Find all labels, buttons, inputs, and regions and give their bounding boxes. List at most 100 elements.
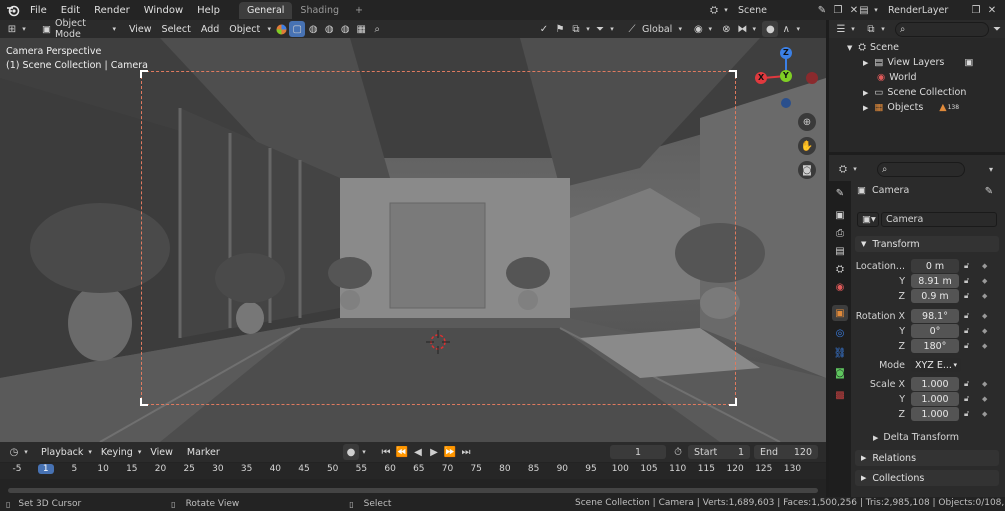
menu-window[interactable]: Window xyxy=(137,5,190,16)
display-mode-icon[interactable]: ⧉ xyxy=(863,21,879,37)
scene-icon[interactable]: ⛭ xyxy=(706,2,722,18)
lock-icon[interactable]: 🔓︎ xyxy=(964,311,969,321)
chevron-down-icon[interactable]: ▾ xyxy=(794,21,802,37)
object-tab-icon[interactable]: ▣ xyxy=(832,305,848,321)
copy-scene-icon[interactable]: ❐ xyxy=(830,2,846,18)
menu-view[interactable]: View xyxy=(124,24,157,35)
collections-panel-header[interactable]: ▶ Collections xyxy=(855,470,999,486)
color-picker-icon[interactable] xyxy=(273,21,289,37)
globe-icon[interactable]: ◍ xyxy=(305,21,321,37)
play-reverse-icon[interactable]: ◀ xyxy=(410,444,426,460)
location-y-field[interactable]: 8.91 m xyxy=(911,274,959,288)
relations-panel-header[interactable]: ▶ Relations xyxy=(855,450,999,466)
menu-view-timeline[interactable]: View xyxy=(145,447,178,458)
menu-edit[interactable]: Edit xyxy=(54,5,87,16)
outliner-item-view-layers[interactable]: ▶ ▤ View Layers ▣ xyxy=(863,57,973,68)
grid-icon[interactable]: ▦ xyxy=(353,21,369,37)
keyframe-dot-icon[interactable]: ◆ xyxy=(982,380,987,388)
scale-y-field[interactable]: 1.000 xyxy=(911,392,959,406)
delete-layer-icon[interactable]: ✕ xyxy=(984,2,1000,18)
expand-arrow-icon[interactable]: ▶ xyxy=(863,104,868,112)
chevron-down-icon[interactable]: ▾ xyxy=(584,21,592,37)
location-z-field[interactable]: 0.9 m xyxy=(911,289,959,303)
editor-type-icon[interactable]: ⊞ xyxy=(4,21,20,37)
rotation-z-field[interactable]: 180° xyxy=(911,339,959,353)
location-x-field[interactable]: 0 m xyxy=(911,259,959,273)
clock-icon[interactable]: ◷ xyxy=(6,444,22,460)
camera-view-icon[interactable]: ◙ xyxy=(798,161,816,179)
visibility-icon[interactable]: ⧉ xyxy=(568,21,584,37)
chevron-down-icon[interactable]: ▾ xyxy=(20,21,28,37)
mode-dropdown[interactable]: ▣ Object Mode ▾ xyxy=(38,18,120,40)
lock-icon[interactable]: 🔓︎ xyxy=(964,379,969,389)
outliner-item-objects[interactable]: ▶ ▦ Objects ▲ 138 xyxy=(863,102,959,113)
3d-cursor-icon[interactable] xyxy=(426,330,450,354)
timeline-ruler[interactable]: -5 1 5 10 15 20 25 30 35 40 45 50 55 60 65 70 75 80 85 90 95… xyxy=(0,463,826,479)
copy-layer-icon[interactable]: ❐ xyxy=(968,2,984,18)
texture-tab-icon[interactable]: ▩ xyxy=(832,387,848,403)
scene-name-field[interactable]: Scene xyxy=(734,2,814,18)
camera-data-tab-icon[interactable]: ◙ xyxy=(832,365,848,381)
outliner-item-scene-collection[interactable]: ▶ ▭ Scene Collection xyxy=(863,87,966,98)
tab-general[interactable]: General xyxy=(238,1,293,19)
menu-file[interactable]: File xyxy=(23,5,54,16)
proportional-edit-icon[interactable]: ● xyxy=(762,21,779,37)
filter-icon[interactable]: ⏷ xyxy=(989,21,1005,37)
timeline-scrollbar[interactable] xyxy=(8,488,818,493)
pin-icon[interactable]: ✎ xyxy=(981,183,997,199)
checkmark-icon[interactable]: ✓ xyxy=(536,21,552,37)
render-tab-icon[interactable]: ▣ xyxy=(832,207,848,223)
chevron-down-icon[interactable]: ▾ xyxy=(608,21,616,37)
render-layer-field[interactable]: RenderLayer xyxy=(884,2,968,18)
next-keyframe-icon[interactable]: ⏩ xyxy=(442,444,458,460)
lock-icon[interactable]: 🔓︎ xyxy=(964,394,969,404)
properties-search-input[interactable]: ⌕ xyxy=(877,161,965,177)
pivot-icon[interactable]: ◉ xyxy=(690,21,706,37)
keyframe-dot-icon[interactable]: ◆ xyxy=(982,292,987,300)
chevron-down-icon[interactable]: ▾ xyxy=(265,21,273,37)
lock-icon[interactable]: 🔓︎ xyxy=(964,409,969,419)
snap-magnet-icon[interactable]: ⧓ xyxy=(734,21,750,37)
bookmark-icon[interactable]: ⚑ xyxy=(552,21,568,37)
falloff-icon[interactable]: ∧ xyxy=(778,21,794,37)
globe-icon[interactable]: ◍ xyxy=(321,21,337,37)
jump-end-icon[interactable]: ⏭ xyxy=(458,444,474,460)
play-icon[interactable]: ▶ xyxy=(426,444,442,460)
physics-tab-icon[interactable]: ◎ xyxy=(832,325,848,341)
orientation-label[interactable]: Global xyxy=(642,24,672,35)
keyframe-dot-icon[interactable]: ◆ xyxy=(982,277,987,285)
object-type-dropdown[interactable]: ▣▾ xyxy=(857,212,879,227)
keyframe-dot-icon[interactable]: ◆ xyxy=(982,342,987,350)
menu-keying[interactable]: Keying xyxy=(96,447,138,458)
orientation-icon[interactable]: ⟋ xyxy=(624,21,640,37)
object-name-field[interactable]: Camera xyxy=(881,212,997,227)
view-layer-tab-icon[interactable]: ▤ xyxy=(832,243,848,259)
record-icon[interactable]: ● xyxy=(343,444,359,460)
jump-start-icon[interactable]: ⏮ xyxy=(378,444,394,460)
lock-icon[interactable]: 🔓︎ xyxy=(964,326,969,336)
menu-add[interactable]: Add xyxy=(196,24,224,35)
pin-icon[interactable]: ✎ xyxy=(814,2,830,18)
chevron-down-icon[interactable]: ▾ xyxy=(879,21,887,37)
constraints-tab-icon[interactable]: ⛓ xyxy=(832,345,848,361)
keyframe-dot-icon[interactable]: ◆ xyxy=(982,410,987,418)
search-icon[interactable]: ⌕ xyxy=(369,21,385,37)
rotation-x-field[interactable]: 98.1° xyxy=(911,309,959,323)
tool-tab-icon[interactable]: ✎ xyxy=(832,185,848,201)
menu-render[interactable]: Render xyxy=(87,5,137,16)
expand-arrow-icon[interactable]: ▶ xyxy=(863,59,868,67)
hand-pan-icon[interactable]: ✋ xyxy=(798,137,816,155)
chevron-down-icon[interactable]: ▾ xyxy=(872,2,880,18)
lock-icon[interactable]: 🔓︎ xyxy=(964,261,969,271)
outliner-item-scene[interactable]: ▼ ⛭ Scene xyxy=(847,42,899,53)
rotation-mode-dropdown[interactable]: XYZ E... ▾ xyxy=(911,358,961,372)
menu-select[interactable]: Select xyxy=(157,24,196,35)
chevron-down-icon[interactable]: ▾ xyxy=(750,21,758,37)
stopwatch-icon[interactable]: ⏱ xyxy=(670,444,686,460)
scale-x-field[interactable]: 1.000 xyxy=(911,377,959,391)
keyframe-dot-icon[interactable]: ◆ xyxy=(982,312,987,320)
chevron-down-icon[interactable]: ▾ xyxy=(851,161,859,177)
tab-shading[interactable]: Shading xyxy=(292,2,347,19)
chevron-down-icon[interactable]: ▾ xyxy=(706,21,714,37)
select-box-icon[interactable]: ▢ xyxy=(289,21,306,37)
